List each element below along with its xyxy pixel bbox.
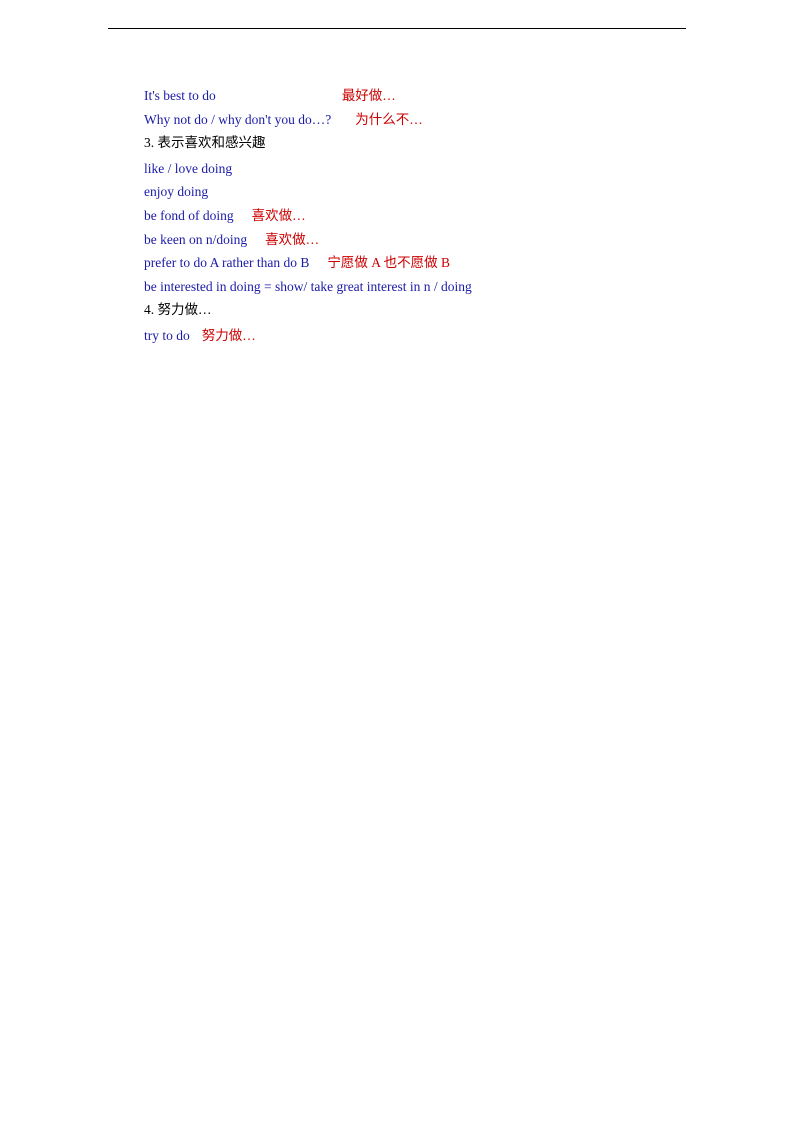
section-3-header: 3. 表示喜欢和感兴趣 [144,132,472,156]
top-border [108,28,686,29]
section-4-header: 4. 努力做… [144,299,472,323]
content-area: It's best to do 最好做… Why not do / why do… [144,85,472,349]
phrase-prefer: prefer to do A rather than do B [144,252,309,274]
phrase-its-best: It's best to do [144,85,216,107]
line-enjoy: enjoy doing [144,181,472,203]
chinese-prefer: 宁愿做 A 也不愿做 B [327,252,450,274]
phrase-why-not: Why not do / why don't you do…? [144,109,331,131]
line-1: It's best to do 最好做… [144,85,472,107]
line-keen: be keen on n/doing 喜欢做… [144,229,472,251]
chinese-why-not: 为什么不… [355,109,423,131]
phrase-interested: be interested in doing = show/ take grea… [144,276,472,298]
phrase-fond: be fond of doing [144,205,234,227]
phrase-enjoy: enjoy doing [144,181,208,203]
line-2: Why not do / why don't you do…? 为什么不… [144,109,472,131]
section-3-label: 3. 表示喜欢和感兴趣 [144,132,266,154]
chinese-keen: 喜欢做… [265,229,319,251]
line-like: like / love doing [144,158,472,180]
phrase-try: try to do [144,325,190,347]
phrase-keen: be keen on n/doing [144,229,247,251]
phrase-like-love: like / love doing [144,158,232,180]
section-4-label: 4. 努力做… [144,299,212,321]
chinese-try: 努力做… [202,325,256,347]
chinese-fond: 喜欢做… [252,205,306,227]
chinese-its-best: 最好做… [342,85,396,107]
line-try: try to do 努力做… [144,325,472,347]
line-interested: be interested in doing = show/ take grea… [144,276,472,298]
line-fond: be fond of doing 喜欢做… [144,205,472,227]
line-prefer: prefer to do A rather than do B 宁愿做 A 也不… [144,252,472,274]
